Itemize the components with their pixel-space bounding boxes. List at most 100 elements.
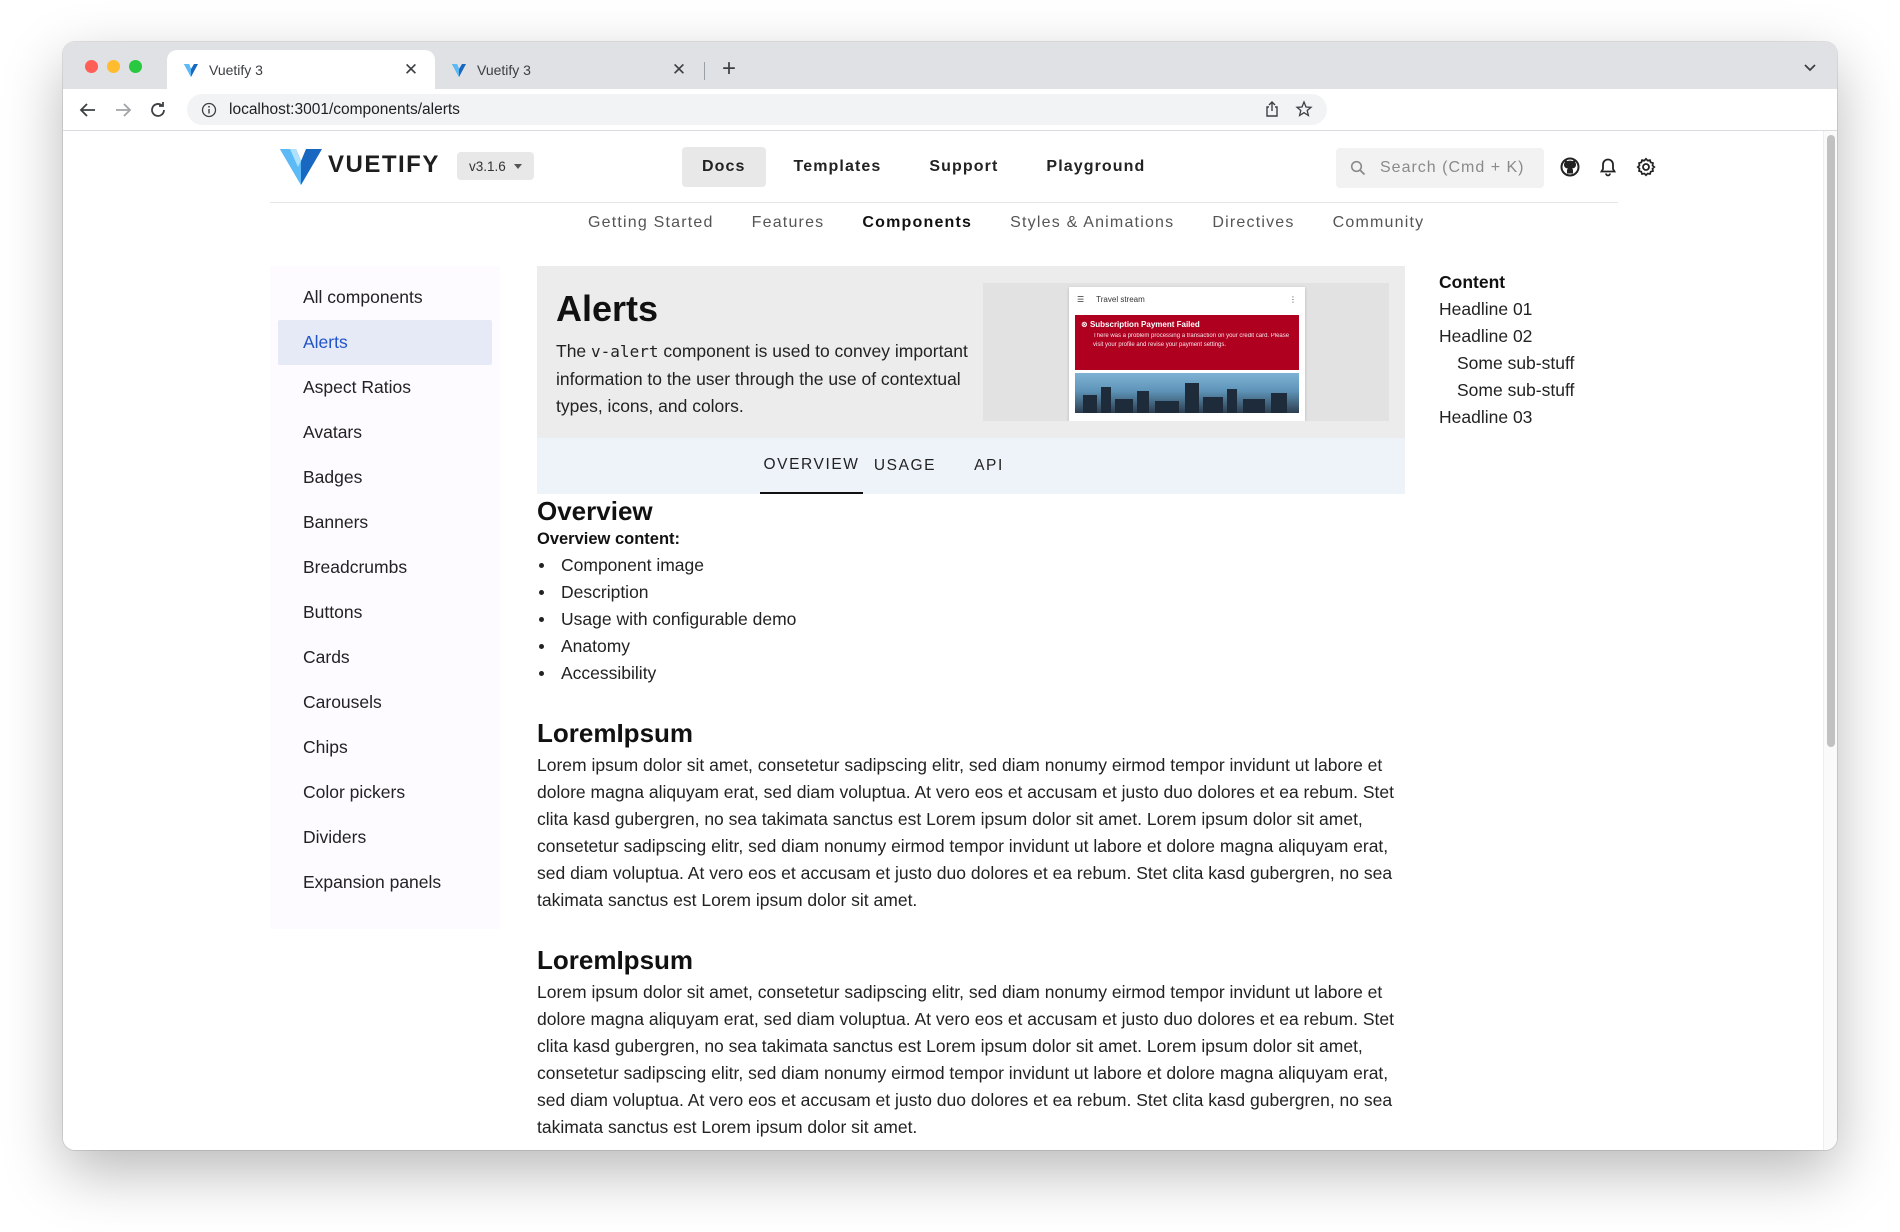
preview-alert-title: Subscription Payment Failed [1089, 320, 1200, 329]
section-nav: Getting Started Features Components Styl… [588, 214, 1462, 232]
toc-item-headline-03[interactable]: Headline 03 [1439, 404, 1639, 431]
version-selector[interactable]: v3.1.6 [457, 152, 534, 180]
sidebar-item-expansion-panels[interactable]: Expansion panels [278, 860, 492, 905]
close-tab-icon[interactable]: ✕ [401, 60, 421, 80]
toc-item-sub-stuff[interactable]: Some sub-stuff [1439, 350, 1639, 377]
section-nav-components[interactable]: Components [862, 214, 972, 232]
version-label: v3.1.6 [469, 158, 506, 174]
overview-list: Component image Description Usage with c… [537, 552, 1407, 687]
sidebar-item-chips[interactable]: Chips [278, 725, 492, 770]
sidebar-item-avatars[interactable]: Avatars [278, 410, 492, 455]
section-nav-features[interactable]: Features [752, 214, 825, 232]
toc-item-headline-02[interactable]: Headline 02 [1439, 323, 1639, 350]
close-tab-icon[interactable]: ✕ [669, 60, 689, 80]
sidebar-item-all-components[interactable]: All components [278, 275, 492, 320]
components-sidebar: All components Alerts Aspect Ratios Avat… [270, 266, 500, 929]
sidebar-item-buttons[interactable]: Buttons [278, 590, 492, 635]
sidebar-item-color-pickers[interactable]: Color pickers [278, 770, 492, 815]
arrow-left-icon[interactable] [77, 99, 99, 121]
sidebar-item-dividers[interactable]: Dividers [278, 815, 492, 860]
vuetify-logo[interactable]: VUETIFY [280, 145, 440, 185]
maximize-window-button[interactable] [129, 60, 142, 73]
browser-tab-active[interactable]: Vuetify 3 ✕ [167, 50, 435, 89]
tab-title: Vuetify 3 [209, 61, 263, 78]
tab-overview[interactable]: OVERVIEW [760, 438, 863, 494]
section-nav-styles-animations[interactable]: Styles & Animations [1010, 214, 1174, 232]
page-viewport: VUETIFY v3.1.6 Docs Templates Support Pl… [63, 131, 1837, 1150]
top-nav-docs[interactable]: Docs [682, 147, 766, 187]
sidebar-item-badges[interactable]: Badges [278, 455, 492, 500]
tab-usage[interactable]: USAGE [863, 438, 947, 494]
sidebar-item-cards[interactable]: Cards [278, 635, 492, 680]
more-vert-icon: ⋮ [1289, 294, 1297, 304]
doc-content: Overview Overview content: Component ima… [537, 496, 1407, 1141]
browser-tab[interactable]: Vuetify 3 ✕ [435, 50, 703, 89]
gear-icon[interactable] [1635, 156, 1657, 178]
minimize-window-button[interactable] [107, 60, 120, 73]
appbar-actions [1559, 156, 1657, 178]
toc-item-sub-stuff[interactable]: Some sub-stuff [1439, 377, 1639, 404]
preview-toolbar-title: Travel stream [1096, 294, 1145, 304]
vuetify-logo-icon [184, 63, 198, 77]
vuetify-logo-icon [280, 149, 322, 185]
table-of-contents: Content Headline 01 Headline 02 Some sub… [1439, 269, 1639, 431]
preview-alert: ⊗ Subscription Payment Failed There was … [1075, 315, 1299, 370]
preview-alert-body: There was a problem processing a transac… [1093, 333, 1290, 348]
app-bar: VUETIFY v3.1.6 Docs Templates Support Pl… [270, 131, 1656, 203]
section-nav-community[interactable]: Community [1333, 214, 1425, 232]
top-nav-support[interactable]: Support [909, 147, 1018, 187]
search-input[interactable]: Search (Cmd + K) [1336, 148, 1544, 188]
sidebar-item-banners[interactable]: Banners [278, 500, 492, 545]
component-tag: v-alert [591, 342, 659, 361]
component-hero: Alerts The v-alert component is used to … [537, 266, 1405, 438]
preview-toolbar: ☰ Travel stream ⋮ [1069, 287, 1305, 311]
preview-city-image [1075, 373, 1299, 413]
section-heading: LoremIpsum [537, 718, 694, 748]
top-nav-templates[interactable]: Templates [774, 147, 902, 187]
chevron-down-icon [513, 163, 522, 169]
sidebar-item-aspect-ratios[interactable]: Aspect Ratios [278, 365, 492, 410]
menu-icon: ☰ [1077, 294, 1085, 304]
share-icon[interactable] [1263, 100, 1281, 118]
new-tab-button[interactable]: + [714, 55, 744, 85]
list-item: Usage with configurable demo [537, 606, 1407, 633]
reload-icon[interactable] [147, 99, 169, 121]
github-icon[interactable] [1559, 156, 1581, 178]
star-icon[interactable] [1295, 100, 1313, 118]
list-item: Anatomy [537, 633, 1407, 660]
page-title: Alerts [556, 288, 659, 329]
sidebar-item-breadcrumbs[interactable]: Breadcrumbs [278, 545, 492, 590]
page-scrollbar[interactable] [1823, 131, 1837, 1150]
description-prefix: The [556, 341, 592, 361]
alert-circle-icon: ⊗ [1081, 320, 1088, 329]
address-bar-actions [1263, 100, 1313, 118]
page-description: The v-alert component is used to convey … [556, 338, 976, 421]
sidebar-item-carousels[interactable]: Carousels [278, 680, 492, 725]
address-bar[interactable]: localhost:3001/components/alerts [187, 94, 1327, 125]
tab-strip: Vuetify 3 ✕ Vuetify 3 ✕ + [63, 42, 1837, 89]
chevron-down-icon[interactable] [1799, 56, 1821, 78]
vuetify-logo-icon [452, 63, 466, 77]
list-item: Component image [537, 552, 1407, 579]
section-paragraph: Lorem ipsum dolor sit amet, consetetur s… [537, 982, 1395, 1137]
bell-icon[interactable] [1597, 156, 1619, 178]
sidebar-item-alerts[interactable]: Alerts [278, 320, 492, 365]
brand-name: VUETIFY [328, 151, 440, 178]
url-text: localhost:3001/components/alerts [229, 100, 460, 118]
section-nav-getting-started[interactable]: Getting Started [588, 214, 714, 232]
arrow-right-icon[interactable] [112, 99, 134, 121]
top-nav-playground[interactable]: Playground [1026, 147, 1165, 187]
overview-heading: Overview [537, 496, 653, 526]
search-icon [1350, 160, 1366, 176]
list-item: Accessibility [537, 660, 1407, 687]
section-paragraph: Lorem ipsum dolor sit amet, consetetur s… [537, 755, 1395, 910]
doc-tabs: OVERVIEW USAGE API [537, 438, 1405, 494]
close-window-button[interactable] [85, 60, 98, 73]
info-icon[interactable] [201, 102, 217, 118]
overview-label: Overview content: [537, 530, 681, 548]
toc-item-headline-01[interactable]: Headline 01 [1439, 296, 1639, 323]
component-preview-image: ☰ Travel stream ⋮ ⊗ Subscription Payment… [983, 283, 1389, 421]
scrollbar-thumb[interactable] [1827, 135, 1835, 747]
section-nav-directives[interactable]: Directives [1212, 214, 1294, 232]
tab-api[interactable]: API [947, 438, 1031, 494]
